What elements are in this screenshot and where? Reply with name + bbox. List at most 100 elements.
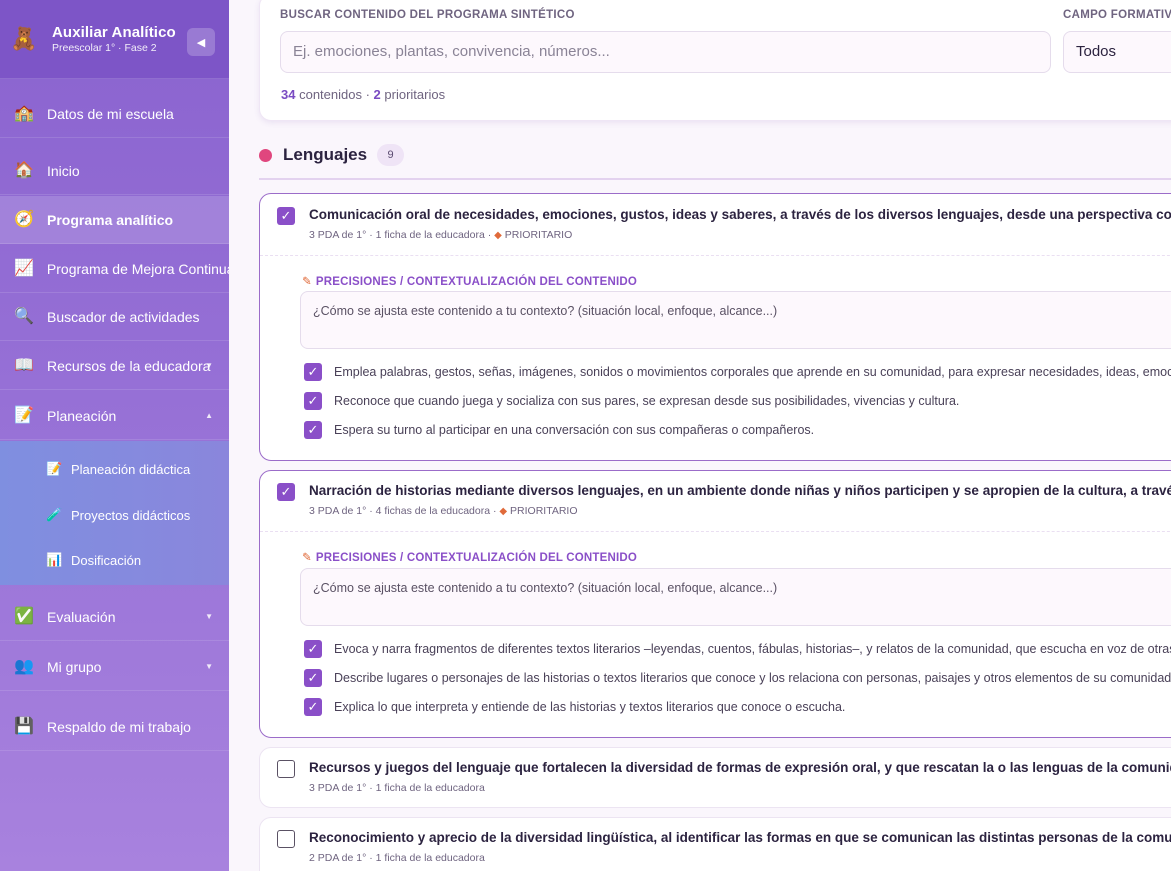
sidebar-item-label: Datos de mi escuela — [47, 105, 174, 122]
check-box-icon: ✅ — [14, 607, 34, 625]
search-label: BUSCAR CONTENIDO DEL PROGRAMA SINTÉTICO — [280, 9, 575, 21]
precision-label-text: PRECISIONES / CONTEXTUALIZACIÓN DEL CONT… — [315, 276, 638, 288]
precision-label: ✎ PRECISIONES / CONTEXTUALIZACIÓN DEL CON… — [302, 550, 637, 564]
content-card: Recursos y juegos del lenguaje que forta… — [259, 747, 1171, 808]
content-checkbox[interactable]: ✓ — [277, 207, 295, 225]
campo-formativo-label: CAMPO FORMATIVO — [1063, 9, 1171, 21]
caret-down-icon: ▼ — [205, 612, 213, 621]
caret-down-icon: ▼ — [205, 361, 213, 370]
sidebar-subitem-planeacion-didactica[interactable]: 📝 Planeación didáctica — [0, 449, 229, 489]
section-dot — [259, 148, 272, 162]
pda-checkbox[interactable]: ✓ — [304, 421, 322, 439]
sidebar-item-evaluacion[interactable]: ✅ Evaluación ▼ — [0, 593, 229, 641]
content-meta: 2 PDA de 1° · 1 ficha de la educadora — [309, 852, 485, 864]
content-checkbox[interactable] — [277, 830, 295, 848]
pda-checkbox[interactable]: ✓ — [304, 392, 322, 410]
teddy-bear-icon: 🧸 — [10, 26, 38, 51]
section-header: Lenguajes 9 — [259, 144, 405, 166]
pda-checkbox[interactable]: ✓ — [304, 363, 322, 381]
pda-item[interactable]: ✓ Reconoce que cuando juega y socializa … — [304, 391, 959, 411]
precision-textarea[interactable]: ¿Cómo se ajusta este contenido a tu cont… — [300, 291, 1171, 349]
sidebar-item-label: Recursos de la educadora — [47, 357, 211, 374]
priority-tag: PRIORITARIO — [504, 229, 573, 241]
caret-up-icon: ▲ — [205, 411, 213, 420]
content-checkbox[interactable] — [277, 760, 295, 778]
sidebar-item-respaldo[interactable]: 💾 Respaldo de mi trabajo — [0, 703, 229, 751]
content-title: Recursos y juegos del lenguaje que forta… — [309, 760, 1171, 775]
app-title: Auxiliar Analítico — [52, 24, 176, 41]
sidebar-subitem-label: Dosificación — [71, 552, 142, 568]
app-subtitle: Preescolar 1° · Fase 2 — [52, 42, 157, 54]
planeacion-submenu: 📝 Planeación didáctica 🧪 Proyectos didác… — [0, 441, 229, 585]
sidebar-item-programa-analitico[interactable]: 🧭 Programa analítico — [0, 196, 229, 244]
total-count: 34 — [281, 87, 296, 102]
chart-up-icon: 📈 — [14, 259, 34, 277]
flask-icon: 🧪 — [46, 507, 63, 522]
precision-textarea[interactable]: ¿Cómo se ajusta este contenido a tu cont… — [300, 568, 1171, 626]
pda-item[interactable]: ✓ Describe lugares o personajes de las h… — [304, 668, 1171, 688]
content-card: Reconocimiento y aprecio de la diversida… — [259, 817, 1171, 871]
pda-item[interactable]: ✓ Explica lo que interpreta y entiende d… — [304, 697, 845, 717]
content-card: ✓ Comunicación oral de necesidades, emoc… — [259, 193, 1171, 461]
content-title: Narración de historias mediante diversos… — [309, 483, 1171, 498]
caret-down-icon: ▼ — [205, 662, 213, 671]
pda-checkbox[interactable]: ✓ — [304, 669, 322, 687]
priority-tag: PRIORITARIO — [510, 505, 578, 517]
total-count-text: contenidos · — [299, 87, 370, 102]
sidebar-item-buscador[interactable]: 🔍 Buscador de actividades — [0, 293, 229, 341]
sidebar-item-label: Inicio — [47, 162, 80, 179]
sidebar-item-datos-escuela[interactable]: 🏫 Datos de mi escuela — [0, 90, 229, 138]
sidebar-item-label: Programa de Mejora Continua — [46, 260, 229, 277]
pda-item[interactable]: ✓ Evoca y narra fragmentos de diferentes… — [304, 639, 1171, 659]
sidebar-item-mejora-continua[interactable]: 📈 Programa de Mejora Continua — [0, 245, 229, 293]
memo-icon: 📝 — [14, 406, 34, 424]
brand-header: 🧸 Auxiliar Analítico Preescolar 1° · Fas… — [0, 0, 229, 79]
memo-icon: 📝 — [46, 461, 63, 476]
collapse-sidebar-button[interactable]: ◀ — [187, 28, 215, 56]
school-icon: 🏫 — [14, 104, 34, 122]
pda-checkbox[interactable]: ✓ — [304, 640, 322, 658]
sidebar-item-label: Programa analítico — [47, 211, 174, 228]
pda-checkbox[interactable]: ✓ — [304, 698, 322, 716]
sidebar-item-mi-grupo[interactable]: 👥 Mi grupo ▼ — [0, 643, 229, 691]
sidebar-item-label: Respaldo de mi trabajo — [47, 718, 191, 735]
compass-icon: 🧭 — [14, 210, 34, 228]
diamond-icon: ◆ — [494, 230, 502, 241]
content-meta-text: 3 PDA de 1° · 1 ficha de la educadora · — [309, 229, 492, 241]
content-meta: 3 PDA de 1° · 1 ficha de la educadora — [309, 782, 485, 794]
priority-count-text: prioritarios — [384, 87, 446, 102]
content-card: ✓ Narración de historias mediante divers… — [259, 470, 1171, 738]
campo-formativo-select[interactable]: Todos — [1063, 31, 1171, 73]
sidebar-item-recursos[interactable]: 📖 Recursos de la educadora ▼ — [0, 342, 229, 390]
bar-chart-icon: 📊 — [46, 552, 63, 567]
sidebar-item-label: Buscador de actividades — [47, 308, 200, 325]
section-divider — [259, 178, 1171, 180]
results-count: 34 contenidos · 2 prioritarios — [281, 87, 445, 102]
search-input[interactable]: Ej. emociones, plantas, convivencia, núm… — [280, 31, 1051, 73]
pda-item[interactable]: ✓ Emplea palabras, gestos, señas, imágen… — [304, 362, 1171, 382]
section-count-badge: 9 — [377, 144, 405, 166]
content-title: Reconocimiento y aprecio de la diversida… — [309, 830, 1171, 845]
content-meta: 3 PDA de 1° · 4 fichas de la educadora ·… — [309, 505, 578, 517]
card-divider — [260, 255, 1171, 256]
sidebar-item-inicio[interactable]: 🏠 Inicio — [0, 147, 229, 195]
pda-item[interactable]: ✓ Espera su turno al participar en una c… — [304, 420, 814, 440]
sidebar-item-label: Planeación — [47, 407, 117, 424]
diamond-icon: ◆ — [499, 506, 508, 517]
sidebar-subitem-label: Proyectos didácticos — [71, 507, 191, 523]
users-icon: 👥 — [14, 657, 34, 675]
pda-text: Evoca y narra fragmentos de diferentes t… — [334, 642, 1171, 656]
sidebar-item-label: Evaluación — [47, 608, 116, 625]
main-content: BUSCAR CONTENIDO DEL PROGRAMA SINTÉTICO … — [229, 0, 1171, 871]
sidebar-item-label: Mi grupo — [47, 658, 102, 675]
sidebar-subitem-dosificacion[interactable]: 📊 Dosificación — [0, 540, 229, 580]
book-icon: 📖 — [14, 356, 34, 374]
sidebar-subitem-proyectos[interactable]: 🧪 Proyectos didácticos — [0, 495, 229, 535]
content-checkbox[interactable]: ✓ — [277, 483, 295, 501]
pda-text: Reconoce que cuando juega y socializa co… — [334, 394, 960, 408]
pda-text: Emplea palabras, gestos, señas, imágenes… — [334, 365, 1171, 379]
chevron-left-icon: ◀ — [196, 36, 206, 49]
home-icon: 🏠 — [14, 161, 34, 179]
sidebar-item-planeacion[interactable]: 📝 Planeación ▲ — [0, 392, 229, 440]
search-icon: 🔍 — [14, 307, 34, 325]
